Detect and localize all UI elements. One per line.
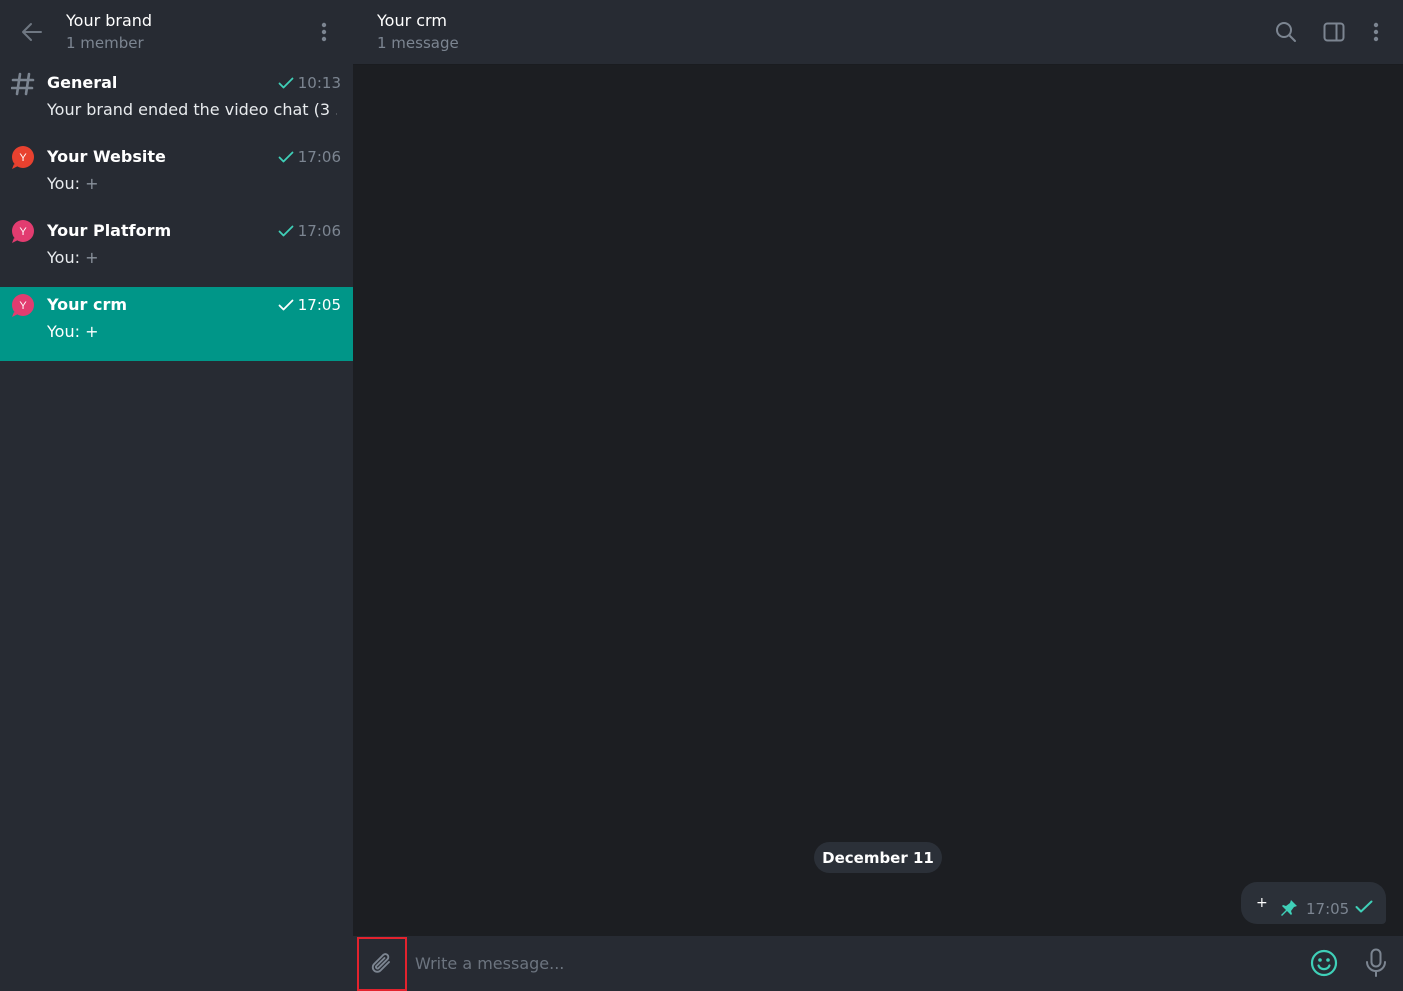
chat-time-text: 17:05 — [297, 296, 341, 314]
chat-header: Your crm 1 message — [353, 0, 1403, 65]
chat-preview-sender: You: — [47, 248, 86, 267]
avatar: Y — [11, 294, 35, 318]
avatar: Y — [11, 220, 35, 244]
chat-title[interactable]: Your crm — [377, 11, 447, 30]
voice-record-button[interactable] — [1363, 947, 1389, 979]
toggle-sidebar-button[interactable] — [1320, 18, 1348, 46]
sidebar-header: Your brand 1 member — [0, 0, 353, 65]
check-icon — [278, 225, 294, 237]
chat-time-text: 17:06 — [297, 222, 341, 240]
check-icon — [278, 77, 294, 89]
more-vertical-icon — [321, 22, 327, 42]
chat-time-text: 17:06 — [297, 148, 341, 166]
chat-item-general[interactable]: General 10:13 Your brand ended the video… — [0, 65, 353, 139]
chat-preview-text: + — [85, 174, 99, 193]
chat-item-your-crm[interactable]: Y Your crm 17:05 You: + — [0, 287, 353, 361]
chat-time: 17:06 — [278, 222, 341, 240]
chat-preview: You: + — [47, 248, 337, 267]
sidebar-menu-button[interactable] — [312, 18, 336, 46]
chat-time-text: 10:13 — [297, 74, 341, 92]
svg-text:Y: Y — [19, 226, 27, 238]
group-member-count: 1 member — [66, 34, 144, 52]
svg-text:Y: Y — [19, 300, 27, 312]
chat-menu-button[interactable] — [1362, 18, 1390, 46]
side-panel-icon — [1323, 22, 1345, 42]
chat-name: Your crm — [47, 295, 128, 314]
pink-y-avatar-icon: Y — [12, 220, 34, 243]
attach-button[interactable] — [357, 937, 407, 991]
avatar: Y — [11, 146, 35, 170]
search-button[interactable] — [1272, 18, 1300, 46]
chat-preview-sender: You: — [47, 322, 86, 341]
chat-panel: Your crm 1 message December 11 + 17:05 — [353, 0, 1403, 991]
message-time: 17:05 — [1306, 900, 1350, 918]
chat-preview-text: + — [85, 322, 99, 341]
chat-preview: Your brand ended the video chat (3 ... — [47, 100, 337, 119]
date-separator: December 11 — [814, 842, 942, 873]
chat-time: 10:13 — [278, 74, 341, 92]
message-input[interactable] — [415, 949, 1275, 977]
chat-name: General — [47, 73, 118, 92]
chat-item-your-platform[interactable]: Y Your Platform 17:06 You: + — [0, 213, 353, 287]
check-icon — [1355, 900, 1373, 913]
hash-icon — [10, 72, 35, 96]
paperclip-icon — [371, 953, 390, 973]
chat-preview-sender: You: — [47, 174, 86, 193]
chat-list: General 10:13 Your brand ended the video… — [0, 65, 353, 361]
chat-message-count: 1 message — [377, 34, 459, 52]
sidebar: Your brand 1 member General 10:13 Your b… — [0, 0, 353, 991]
message-bubble[interactable]: + 17:05 — [1241, 882, 1386, 924]
svg-text:Y: Y — [19, 152, 27, 164]
chat-preview-text: Your brand ended the video chat (3 ... — [47, 100, 337, 119]
chat-preview-text: + — [85, 248, 99, 267]
pink-y-avatar-icon: Y — [12, 294, 34, 317]
chat-name: Your Website — [47, 147, 166, 166]
more-vertical-icon — [1373, 22, 1379, 42]
emoji-button[interactable] — [1309, 948, 1339, 978]
chat-time: 17:05 — [278, 296, 341, 314]
message-composer — [353, 936, 1403, 991]
pin-icon — [1281, 900, 1297, 916]
search-icon — [1276, 22, 1296, 42]
chat-name: Your Platform — [47, 221, 172, 240]
group-title: Your brand — [66, 11, 153, 30]
back-button[interactable] — [16, 16, 48, 48]
check-icon — [278, 151, 294, 163]
microphone-icon — [1366, 948, 1386, 977]
arrow-left-icon — [22, 23, 42, 41]
chat-time: 17:06 — [278, 148, 341, 166]
app-window: Your brand 1 member General 10:13 Your b… — [0, 0, 1403, 991]
chat-preview: You: + — [47, 322, 337, 341]
check-icon — [278, 299, 294, 311]
message-text: + — [1256, 895, 1268, 911]
red-y-avatar-icon: Y — [12, 146, 34, 169]
smile-icon — [1310, 949, 1338, 977]
chat-preview: You: + — [47, 174, 337, 193]
chat-item-your-website[interactable]: Y Your Website 17:06 You: + — [0, 139, 353, 213]
